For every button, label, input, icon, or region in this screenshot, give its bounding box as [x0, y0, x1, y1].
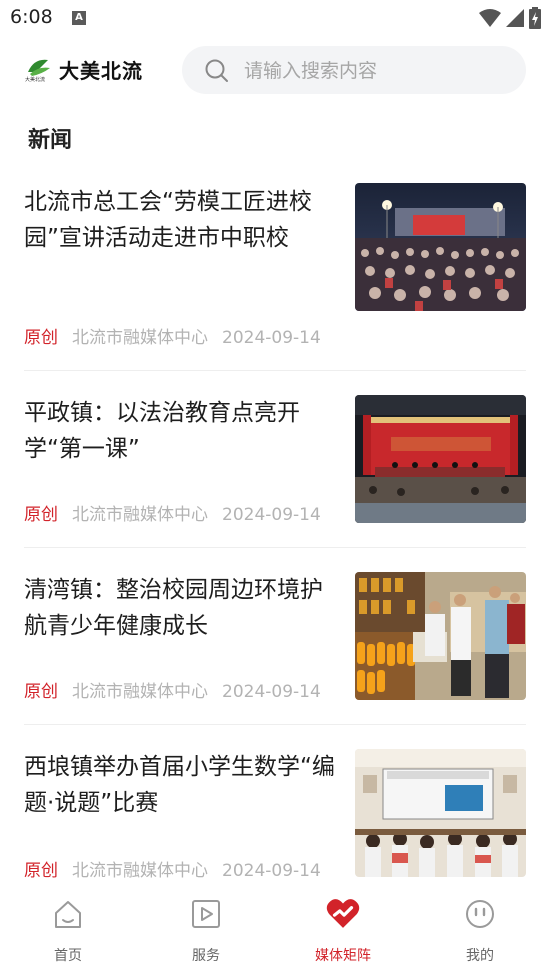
news-title: 北流市总工会“劳模工匠进校园”宣讲活动走进市中职校 [24, 189, 312, 251]
status-time: 6:08 [10, 6, 53, 28]
news-item[interactable]: 北流市总工会“劳模工匠进校园”宣讲活动走进市中职校 原创 北流市融媒体中心 2024… [24, 180, 526, 371]
play-icon [192, 900, 220, 928]
news-title: 西埌镇举办首届小学生数学“编题·说题”比赛 [24, 754, 335, 816]
news-source: 北流市融媒体中心 [72, 328, 208, 348]
news-date: 2024-09-14 [222, 682, 321, 702]
logo-leaf-icon: 大美北流 [25, 59, 50, 82]
news-meta: 原创 北流市融媒体中心 2024-09-14 [24, 856, 321, 881]
tab-mine[interactable]: 我的 [440, 888, 520, 976]
news-thumbnail[interactable] [355, 183, 526, 311]
news-list: 北流市总工会“劳模工匠进校园”宣讲活动走进市中职校 原创 北流市融媒体中心 2024… [24, 180, 526, 915]
tab-label: 我的 [466, 948, 494, 964]
news-title: 清湾镇：整治校园周边环境护航青少年健康成长 [24, 577, 323, 639]
bottom-tab-bar: 首页 服务 媒体矩阵 我的 [0, 888, 549, 976]
app-title: 大美北流 [59, 59, 143, 83]
header: 大美北流 大美北流 [0, 44, 549, 98]
tab-label: 首页 [54, 948, 82, 964]
news-item[interactable]: 平政镇：以法治教育点亮开学“第一课” 原创 北流市融媒体中心 2024-09-14 [24, 371, 526, 548]
heart-icon [326, 899, 360, 928]
news-date: 2024-09-14 [222, 328, 321, 348]
news-source: 北流市融媒体中心 [72, 505, 208, 525]
original-tag: 原创 [24, 861, 58, 881]
battery-icon [529, 7, 541, 29]
news-item[interactable]: 清湾镇：整治校园周边环境护航青少年健康成长 原创 北流市融媒体中心 2024-09-… [24, 548, 526, 725]
news-source: 北流市融媒体中心 [72, 861, 208, 881]
svg-text:大美北流: 大美北流 [25, 76, 45, 82]
news-date: 2024-09-14 [222, 861, 321, 881]
news-thumbnail[interactable] [355, 395, 526, 523]
news-item[interactable]: 西埌镇举办首届小学生数学“编题·说题”比赛 原创 北流市融媒体中心 2024-09-… [24, 725, 526, 915]
search-input[interactable] [242, 46, 516, 96]
tab-services[interactable]: 服务 [166, 888, 246, 976]
tab-home[interactable]: 首页 [28, 888, 108, 976]
home-icon [55, 901, 81, 928]
smiley-icon [466, 900, 494, 928]
tab-label: 服务 [192, 948, 220, 964]
tab-media-matrix[interactable]: 媒体矩阵 [303, 888, 383, 976]
status-bar: 6:08 A [0, 0, 549, 36]
news-meta: 原创 北流市融媒体中心 2024-09-14 [24, 500, 321, 525]
news-title: 平政镇：以法治教育点亮开学“第一课” [24, 400, 300, 462]
news-meta: 原创 北流市融媒体中心 2024-09-14 [24, 677, 321, 702]
news-meta: 原创 北流市融媒体中心 2024-09-14 [24, 323, 321, 348]
news-date: 2024-09-14 [222, 505, 321, 525]
notification-icon: A [72, 11, 86, 25]
section-title: 新闻 [28, 128, 73, 153]
original-tag: 原创 [24, 328, 58, 348]
wifi-icon [479, 9, 501, 27]
original-tag: 原创 [24, 682, 58, 702]
tab-label: 媒体矩阵 [315, 948, 371, 964]
news-source: 北流市融媒体中心 [72, 682, 208, 702]
news-thumbnail[interactable] [355, 749, 526, 877]
search-box[interactable] [182, 46, 526, 96]
signal-icon [506, 9, 524, 27]
original-tag: 原创 [24, 505, 58, 525]
search-icon [205, 59, 228, 82]
news-thumbnail[interactable] [355, 572, 526, 700]
